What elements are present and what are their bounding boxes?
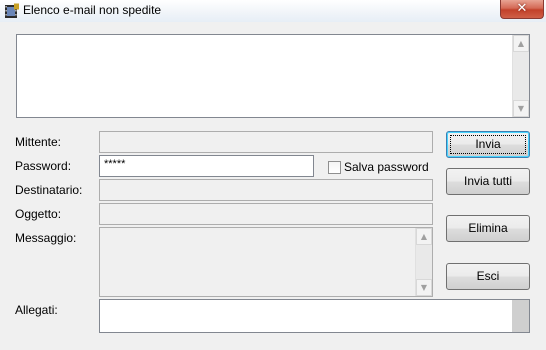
dialog-window: Elenco e-mail non spedite ✕ ▲ ▼ Mittente… xyxy=(0,0,546,350)
email-list-scrollbar[interactable]: ▲ ▼ xyxy=(512,35,529,117)
chevron-up-icon[interactable]: ▲ xyxy=(513,35,529,52)
focus-rectangle xyxy=(450,135,526,154)
close-icon: ✕ xyxy=(516,1,528,16)
title-bar[interactable]: Elenco e-mail non spedite ✕ xyxy=(0,0,546,22)
chevron-up-icon[interactable]: ▲ xyxy=(416,228,432,245)
oggetto-field xyxy=(99,203,433,225)
invia-tutti-button[interactable]: Invia tutti xyxy=(446,168,530,195)
allegati-label: Allegati: xyxy=(15,303,58,317)
elimina-button[interactable]: Elimina xyxy=(446,215,530,242)
chevron-down-icon[interactable]: ▼ xyxy=(513,100,529,117)
esci-button[interactable]: Esci xyxy=(446,263,530,290)
password-value: ***** xyxy=(104,158,126,170)
oggetto-label: Oggetto: xyxy=(15,207,62,221)
password-label: Password: xyxy=(15,159,72,173)
password-field[interactable]: ***** xyxy=(99,155,314,177)
dialog-client-area: ▲ ▼ Mittente: Password: ***** Salva pass… xyxy=(6,22,540,344)
allegati-list[interactable] xyxy=(99,299,530,333)
messaggio-label: Messaggio: xyxy=(15,231,77,245)
destinatario-field xyxy=(99,179,433,201)
chevron-down-icon[interactable]: ▼ xyxy=(416,279,432,296)
window-title: Elenco e-mail non spedite xyxy=(23,3,162,17)
mittente-field xyxy=(99,131,433,153)
messaggio-scrollbar[interactable]: ▲ ▼ xyxy=(415,228,432,296)
destinatario-label: Destinatario: xyxy=(15,183,83,197)
email-list[interactable]: ▲ ▼ xyxy=(16,34,530,118)
mittente-label: Mittente: xyxy=(15,135,62,149)
messaggio-field: ▲ ▼ xyxy=(99,227,433,297)
invia-button[interactable]: Invia xyxy=(446,131,530,158)
close-button[interactable]: ✕ xyxy=(500,0,544,19)
salva-password-checkbox[interactable] xyxy=(328,161,341,174)
salva-password-label[interactable]: Salva password xyxy=(344,160,429,174)
film-strip-icon xyxy=(5,3,19,18)
allegati-scrollbar[interactable] xyxy=(512,300,529,332)
